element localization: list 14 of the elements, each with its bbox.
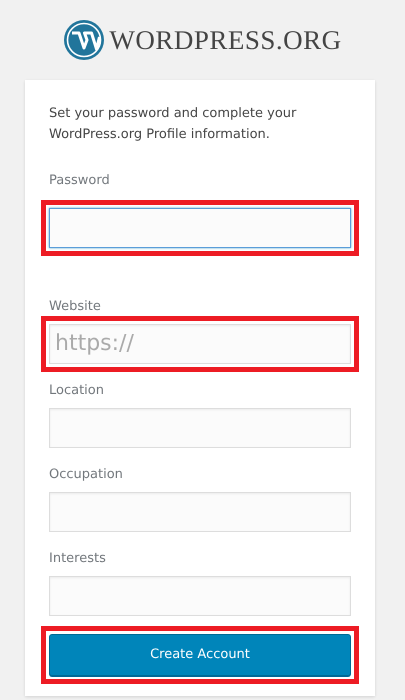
text-field[interactable]: [49, 408, 351, 448]
text-field[interactable]: https://: [49, 324, 351, 364]
wordpress-logo-icon: [63, 19, 106, 61]
text-field[interactable]: [49, 576, 351, 616]
field-label: Website: [49, 298, 102, 316]
text-field[interactable]: [49, 492, 351, 532]
password-field[interactable]: [49, 208, 351, 248]
intro-text: Set your password and complete your WordPress.org Profile information.: [49, 105, 298, 144]
logo-text: WORDPRESS.ORG: [109, 24, 342, 57]
field-label: Interests: [49, 550, 107, 568]
field-label: Password: [49, 172, 111, 190]
field-label: Location: [49, 382, 105, 400]
field-label: Occupation: [49, 466, 124, 484]
create-account-button[interactable]: Create Account: [49, 634, 351, 676]
